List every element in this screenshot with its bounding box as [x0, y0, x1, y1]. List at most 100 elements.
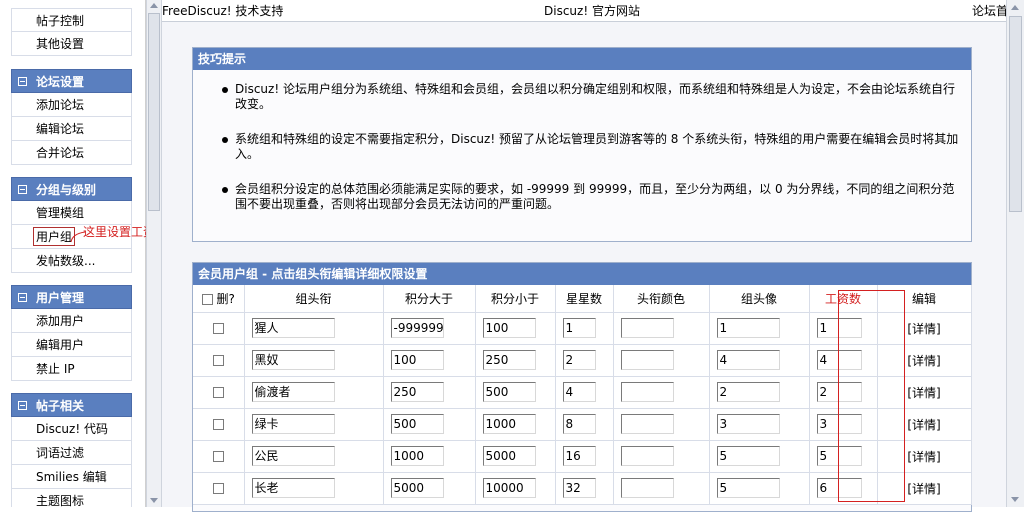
cell-stars: 8 [555, 408, 614, 441]
group-title-input[interactable]: 偷渡者 [251, 382, 335, 402]
header-group-title: 组头衔 [244, 285, 384, 313]
stars-input[interactable]: 1 [562, 318, 596, 338]
title-color-input[interactable] [620, 446, 674, 466]
avatar-input[interactable]: 5 [716, 446, 780, 466]
points-max-input[interactable]: 5000 [482, 446, 536, 466]
avatar-input[interactable]: 5 [716, 478, 780, 498]
sidebar-group-header[interactable]: 论坛设置 [11, 69, 132, 93]
stars-input[interactable]: 4 [562, 382, 596, 402]
sidebar-item-word-filter[interactable]: 词语过滤 [11, 441, 132, 465]
points-max-input[interactable]: 10000 [482, 478, 536, 498]
select-all-checkbox[interactable] [201, 293, 213, 305]
sidebar-item-edit-forum[interactable]: 编辑论坛 [11, 117, 132, 141]
title-color-input[interactable] [620, 318, 674, 338]
cell-max: 100 [475, 312, 556, 345]
points-max-input[interactable]: 250 [482, 350, 536, 370]
points-max-input[interactable]: 1000 [482, 414, 536, 434]
cell-color [613, 376, 710, 409]
header-group-avatar: 组头像 [709, 285, 810, 313]
sidebar-item-post-levels[interactable]: 发帖数级... [11, 249, 132, 273]
scroll-down-icon[interactable] [1011, 497, 1019, 502]
group-title-input[interactable]: 猩人 [251, 318, 335, 338]
sidebar-item-add-user[interactable]: 添加用户 [11, 309, 132, 333]
scrollbar-thumb[interactable] [1009, 16, 1022, 212]
stars-input[interactable]: 2 [562, 350, 596, 370]
sidebar: 帖子控制 其他设置 论坛设置 添加论坛 编辑论坛 合并论坛 分组与级别 管理模组… [0, 0, 146, 507]
cell-max: 500 [475, 376, 556, 409]
stars-input[interactable]: 32 [562, 478, 596, 498]
points-min-input[interactable]: 500 [390, 414, 444, 434]
link-freediscuz-support[interactable]: FreeDiscuz! 技术支持 [162, 0, 283, 22]
delete-checkbox[interactable] [212, 483, 224, 494]
points-min-input[interactable]: 250 [390, 382, 444, 402]
sidebar-item-other-settings[interactable]: 其他设置 [11, 32, 132, 56]
group-title-input[interactable]: 绿卡 [251, 414, 335, 434]
top-links-bar: FreeDiscuz! 技术支持 Discuz! 官方网站 论坛首页 [162, 0, 1020, 22]
sidebar-item-add-forum[interactable]: 添加论坛 [11, 93, 132, 117]
main-scrollbar[interactable] [1006, 0, 1024, 507]
scroll-up-icon[interactable] [150, 3, 158, 8]
delete-checkbox[interactable] [212, 323, 224, 334]
sidebar-scrollbar[interactable] [146, 0, 162, 507]
delete-checkbox[interactable] [212, 355, 224, 366]
title-color-input[interactable] [620, 414, 674, 434]
points-min-input[interactable]: -9999999 [390, 318, 444, 338]
collapse-icon[interactable] [18, 293, 27, 302]
header-stars: 星星数 [555, 285, 614, 313]
cell-title: 绿卡 [244, 408, 384, 441]
cell-delete [193, 312, 245, 345]
group-title-input[interactable]: 长老 [251, 478, 335, 498]
sidebar-item-discuz-code[interactable]: Discuz! 代码 [11, 417, 132, 441]
cell-avatar: 2 [709, 376, 810, 409]
group-title-input[interactable]: 黑奴 [251, 350, 335, 370]
avatar-input[interactable]: 1 [716, 318, 780, 338]
cell-color [613, 408, 710, 441]
scrollbar-thumb[interactable] [148, 13, 160, 211]
cell-min: -9999999 [383, 312, 476, 345]
sidebar-item-smilies-edit[interactable]: Smilies 编辑 [11, 465, 132, 489]
cell-title: 偷渡者 [244, 376, 384, 409]
points-min-input[interactable]: 5000 [390, 478, 444, 498]
avatar-input[interactable]: 4 [716, 350, 780, 370]
cell-avatar: 5 [709, 440, 810, 473]
sidebar-group-posts-control: 帖子控制 其他设置 [11, 8, 132, 56]
sidebar-item-moderator-groups[interactable]: 管理模组 [11, 201, 132, 225]
stars-input[interactable]: 8 [562, 414, 596, 434]
title-color-input[interactable] [620, 350, 674, 370]
tip-item: Discuz! 论坛用户组分为系统组、特殊组和会员组，会员组以积分确定组别和权限… [219, 82, 963, 112]
delete-checkbox[interactable] [212, 387, 224, 398]
link-discuz-official[interactable]: Discuz! 官方网站 [544, 0, 640, 22]
scroll-down-icon[interactable] [150, 498, 158, 503]
points-max-input[interactable]: 100 [482, 318, 536, 338]
group-title-input[interactable]: 公民 [251, 446, 335, 466]
delete-checkbox[interactable] [212, 451, 224, 462]
points-min-input[interactable]: 100 [390, 350, 444, 370]
cell-avatar: 4 [709, 344, 810, 377]
points-min-input[interactable]: 1000 [390, 446, 444, 466]
sidebar-item-merge-forum[interactable]: 合并论坛 [11, 141, 132, 165]
avatar-input[interactable]: 2 [716, 382, 780, 402]
collapse-icon[interactable] [18, 185, 27, 194]
sidebar-item-topic-icons[interactable]: 主题图标 [11, 489, 132, 507]
sidebar-item-ban-ip[interactable]: 禁止 IP [11, 357, 132, 381]
sidebar-group-header[interactable]: 帖子相关 [11, 393, 132, 417]
user-group-highlight-box [33, 227, 75, 246]
sidebar-group-header[interactable]: 分组与级别 [11, 177, 132, 201]
cell-avatar: 3 [709, 408, 810, 441]
cell-max: 1000 [475, 408, 556, 441]
title-color-input[interactable] [620, 382, 674, 402]
cell-min: 5000 [383, 472, 476, 505]
collapse-icon[interactable] [18, 401, 27, 410]
sidebar-item-edit-user[interactable]: 编辑用户 [11, 333, 132, 357]
scroll-up-icon[interactable] [1011, 5, 1019, 10]
sidebar-group-post-related: 帖子相关 Discuz! 代码 词语过滤 Smilies 编辑 主题图标 [11, 393, 132, 507]
collapse-icon[interactable] [18, 77, 27, 86]
title-color-input[interactable] [620, 478, 674, 498]
stars-input[interactable]: 16 [562, 446, 596, 466]
avatar-input[interactable]: 3 [716, 414, 780, 434]
tip-item: 系统组和特殊组的设定不需要指定积分，Discuz! 预留了从论坛管理员到游客等的… [219, 132, 963, 162]
delete-checkbox[interactable] [212, 419, 224, 430]
points-max-input[interactable]: 500 [482, 382, 536, 402]
sidebar-group-header[interactable]: 用户管理 [11, 285, 132, 309]
sidebar-item-post-control[interactable]: 帖子控制 [11, 8, 132, 32]
